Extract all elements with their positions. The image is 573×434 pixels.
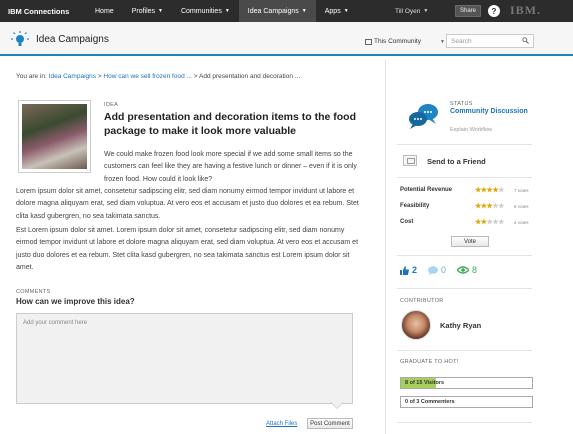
ibm-logo: IBM. (510, 3, 541, 17)
comments-label: COMMENTS (16, 289, 51, 295)
lightbulb-icon (11, 31, 29, 46)
nav-idea-campaigns[interactable]: Idea Campaigns ▼ (238, 0, 316, 22)
rating-row: Potential Revenue ★★★★★ 7 votes (400, 186, 535, 194)
envelope-icon[interactable] (403, 155, 417, 166)
contributor-label: CONTRIBUTOR (400, 298, 444, 304)
eye-icon (457, 266, 470, 274)
idea-body-paragraph: Est Lorem ipsum dolor sit amet. Lorem ip… (16, 227, 359, 271)
discussion-icon (409, 104, 438, 129)
chevron-down-icon: ▼ (301, 8, 307, 14)
search-input[interactable]: Search (446, 34, 534, 48)
divider (397, 144, 532, 145)
user-menu[interactable]: Till Oyen ▼ (395, 0, 428, 22)
breadcrumb-link-campaigns[interactable]: Idea Campaigns (49, 73, 96, 80)
divider (397, 422, 532, 423)
send-to-friend-link[interactable]: Send to a Friend (427, 157, 486, 166)
search-scope-select[interactable]: This Community ▼ (365, 36, 445, 47)
status-value: Community Discussion (450, 108, 528, 115)
community-icon (365, 38, 372, 45)
chevron-down-icon: ▼ (224, 8, 230, 14)
visitors-progress: 8 of 15 Visitors (400, 377, 533, 389)
comments-heading: How can we improve this idea? (16, 297, 135, 306)
column-divider (385, 60, 386, 434)
rating-row: Cost ★★★★★ 4 votes (400, 218, 535, 226)
rating-row: Feasibility ★★★★★ 8 votes (400, 202, 535, 210)
idea-image (18, 100, 91, 173)
rating-label: Potential Revenue (400, 187, 453, 193)
chevron-down-icon: ▼ (423, 8, 429, 14)
idea-title: Add presentation and decoration items to… (104, 111, 357, 137)
contributor-name[interactable]: Kathy Ryan (440, 321, 481, 330)
star-rating[interactable]: ★★★★★ (475, 186, 504, 194)
explain-workflow-link[interactable]: Explain Workflow (450, 127, 492, 133)
vote-count: 8 votes (514, 204, 529, 209)
chevron-down-icon: ▼ (158, 8, 163, 14)
brand-name[interactable]: IBM Connections (8, 7, 86, 16)
idea-photo (22, 104, 87, 169)
star-rating[interactable]: ★★★★★ (475, 202, 504, 210)
breadcrumb-current: Add presentation and decoration ... (199, 73, 301, 80)
app-header: Idea Campaigns This Community ▼ Search (0, 22, 573, 56)
vote-count: 4 votes (514, 220, 529, 225)
status-label: STATUS (450, 101, 473, 107)
vote-button[interactable]: Vote (451, 236, 489, 247)
idea-body-paragraph: Lorem ipsum dolor sit amet, consetetur s… (16, 188, 359, 220)
nav-apps[interactable]: Apps ▼ (316, 0, 358, 22)
help-icon[interactable]: ? (488, 5, 500, 17)
commenters-progress: 0 of 3 Commenters (400, 396, 533, 408)
search-icon[interactable] (522, 37, 529, 44)
rating-label: Feasibility (400, 203, 430, 209)
divider (397, 288, 532, 289)
chevron-down-icon: ▼ (440, 38, 445, 45)
avatar[interactable] (401, 310, 431, 340)
breadcrumb: You are in: Idea Campaigns > How can we … (16, 73, 301, 80)
engagement-counts: 2 0 8 (400, 265, 488, 275)
comment-textarea[interactable]: Add your comment here (16, 313, 353, 404)
breadcrumb-link-campaign[interactable]: How can we sell frozen food ... (103, 73, 192, 80)
divider (397, 177, 532, 178)
likes-count[interactable]: 2 (400, 265, 417, 275)
vote-count: 7 votes (514, 188, 529, 193)
nav-communities[interactable]: Communities ▼ (172, 0, 239, 22)
rating-label: Cost (400, 219, 414, 225)
graduate-label: GRADUATE TO HOT! (400, 359, 459, 365)
divider (397, 255, 532, 256)
comment-box-tail-fill (331, 402, 343, 408)
chevron-down-icon: ▼ (343, 8, 349, 14)
divider (397, 350, 532, 351)
nav-home[interactable]: Home (86, 0, 123, 22)
app-title: Idea Campaigns (36, 34, 109, 45)
attach-files-link[interactable]: Attach Files (266, 421, 297, 427)
comments-count[interactable]: 0 (428, 265, 446, 275)
nav-profiles[interactable]: Profiles ▼ (123, 0, 172, 22)
comment-bubble-icon (428, 265, 439, 275)
idea-description: We could make frozen food look more spec… (104, 151, 357, 183)
idea-label: IDEA (104, 102, 119, 108)
views-count: 8 (457, 265, 477, 275)
share-button[interactable]: Share (455, 5, 481, 17)
thumbs-up-icon (400, 265, 409, 275)
post-comment-button[interactable]: Post Comment (307, 418, 353, 429)
star-rating[interactable]: ★★★★★ (475, 218, 504, 226)
